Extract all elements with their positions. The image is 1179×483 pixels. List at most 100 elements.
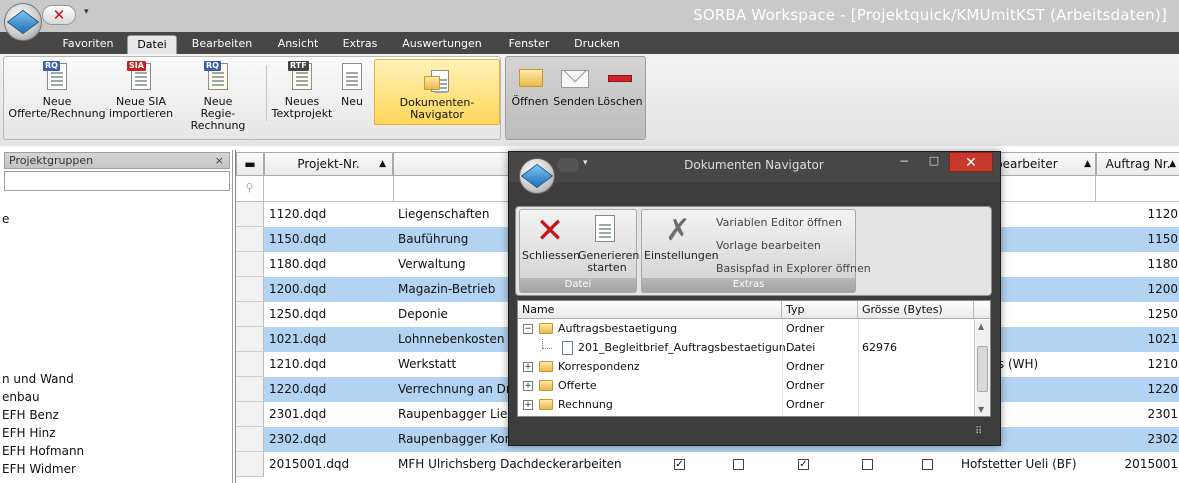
document-navigator-button[interactable]: Dokumenten-Navigator: [374, 59, 500, 125]
expand-icon[interactable]: +: [523, 381, 533, 391]
basispfad-explorer-link[interactable]: Basispfad in Explorer öffnen: [716, 262, 871, 275]
cell-auftrag-nr: 2302: [1147, 432, 1178, 446]
tab-fenster[interactable]: Fenster: [498, 35, 560, 54]
close-panel-icon[interactable]: ×: [215, 153, 224, 168]
document-navigator-dialog: ▾ Dokumenten Navigator − □ ✕ ✕ Schliesse…: [508, 151, 1001, 446]
collapse-all-header[interactable]: ▬: [236, 152, 264, 176]
row-selector[interactable]: [236, 227, 264, 252]
list-item[interactable]: EFH Benz: [2, 408, 59, 422]
row-selector[interactable]: [236, 277, 264, 302]
tree-item-name: 201_Begleitbrief_Auftragsbestaetigun...: [578, 341, 797, 354]
tab-datei[interactable]: Datei: [127, 35, 177, 54]
row-checkbox[interactable]: [733, 459, 744, 470]
row-selector[interactable]: [236, 252, 264, 277]
row-selector[interactable]: [236, 402, 264, 427]
vertical-scrollbar[interactable]: ▲ ▼: [974, 320, 990, 416]
tab-auswertungen[interactable]: Auswertungen: [396, 35, 488, 54]
delete-button[interactable]: Löschen: [597, 59, 643, 127]
ribbon-group-new: RQ Neue Offerte/Rechnung SIA Neue SIA im…: [3, 56, 501, 140]
tab-ansicht[interactable]: Ansicht: [268, 35, 328, 54]
cell-auftrag-nr: 1150: [1147, 232, 1178, 246]
send-button[interactable]: Senden: [552, 59, 596, 127]
close-dialog-icon[interactable]: ✕: [949, 152, 993, 172]
row-selector[interactable]: [236, 302, 264, 327]
row-selector[interactable]: [236, 202, 264, 227]
expand-icon[interactable]: +: [523, 400, 533, 410]
list-item[interactable]: enbau: [2, 390, 40, 404]
app-logo-icon: [6, 9, 40, 35]
list-item[interactable]: EFH Hinz: [2, 426, 56, 440]
filter-icon[interactable]: ⚲: [236, 176, 264, 201]
cell-projekt: Deponie: [398, 307, 448, 321]
new-document-icon: [337, 61, 367, 93]
scroll-up-icon[interactable]: ▲: [978, 322, 984, 331]
folder-icon: [539, 323, 553, 334]
tree-item-type: Datei: [786, 341, 816, 354]
variablen-editor-link[interactable]: Variablen Editor öffnen: [716, 216, 842, 229]
scroll-down-icon[interactable]: ▼: [978, 405, 984, 414]
ribbon: RQ Neue Offerte/Rechnung SIA Neue SIA im…: [0, 54, 1179, 146]
window-title: SORBA Workspace - [Projektquick/KMUmitKS…: [693, 6, 1167, 24]
close-x-icon: ✕: [535, 211, 565, 251]
tree-row[interactable]: 201_Begleitbrief_Auftragsbestaetigun... D…: [518, 339, 976, 358]
dialog-quick-access[interactable]: [557, 158, 579, 172]
vorlage-bearbeiten-link[interactable]: Vorlage bearbeiten: [716, 239, 821, 252]
row-selector[interactable]: [236, 327, 264, 352]
tab-drucken[interactable]: Drucken: [566, 35, 628, 54]
tree-row[interactable]: + Offerte Ordner: [518, 377, 976, 396]
column-header-auftrag-nr[interactable]: Auftrag Nr. ▲: [1096, 152, 1179, 176]
tree-row[interactable]: − Auftragsbestaetigung Ordner: [518, 320, 976, 339]
resize-grip-icon[interactable]: ⠿: [975, 426, 989, 440]
einstellungen-button[interactable]: ✗ Einstellungen: [644, 212, 719, 262]
tree-item-size: 62976: [862, 341, 897, 354]
quick-access-dropdown[interactable]: ▾: [84, 7, 96, 21]
tab-bearbeiten[interactable]: Bearbeiten: [186, 35, 258, 54]
minimize-icon[interactable]: −: [893, 154, 915, 170]
column-header-groesse[interactable]: Grösse (Bytes): [858, 301, 974, 319]
quick-access-close-icon[interactable]: ✕: [42, 5, 76, 25]
list-item[interactable]: e: [2, 212, 9, 226]
list-item[interactable]: n und Wand: [2, 372, 74, 386]
column-header-name[interactable]: Name: [518, 301, 782, 319]
cell-projekt-nr: 1120.dqd: [269, 207, 327, 221]
row-checkbox[interactable]: ✓: [798, 459, 809, 470]
dialog-title-bar: ▾ Dokumenten Navigator − □ ✕: [509, 152, 1000, 182]
column-header-projekt-nr[interactable]: Projekt-Nr. ▲: [264, 152, 393, 176]
row-selector[interactable]: [236, 352, 264, 377]
open-button[interactable]: Öffnen: [509, 59, 551, 127]
table-row[interactable]: 2015001.dqd MFH Ulrichsberg Dachdeckerarb…: [236, 452, 1179, 477]
cell-projekt-nr: 1200.dqd: [269, 282, 327, 296]
list-item[interactable]: EFH Hofmann: [2, 444, 84, 458]
new-offer-button[interactable]: RQ Neue Offerte/Rechnung: [6, 59, 108, 127]
generieren-starten-button[interactable]: Generieren starten: [578, 212, 639, 274]
row-selector[interactable]: [236, 427, 264, 452]
maximize-icon[interactable]: □: [923, 154, 945, 170]
cell-auftrag-nr: 1250: [1147, 307, 1178, 321]
tab-favoriten[interactable]: Favoriten: [52, 35, 124, 54]
row-selector[interactable]: [236, 377, 264, 402]
dialog-application-orb[interactable]: [519, 158, 555, 194]
list-item[interactable]: EFH Widmer: [2, 462, 76, 476]
dialog-quick-access-dropdown[interactable]: ▾: [583, 158, 588, 168]
new-button[interactable]: Neu: [335, 59, 369, 127]
tree-row[interactable]: + Rechnung Ordner: [518, 396, 976, 415]
row-checkbox[interactable]: [862, 459, 873, 470]
new-regie-invoice-button[interactable]: RQ Neue Regie-Rechnung: [174, 59, 262, 132]
row-checkbox[interactable]: ✓: [674, 459, 685, 470]
new-text-project-button[interactable]: RTF Neues Textprojekt: [270, 59, 334, 127]
column-header-typ[interactable]: Typ: [782, 301, 858, 319]
row-checkbox[interactable]: [922, 459, 933, 470]
ribbon-group-extras: ✗ Einstellungen Variablen Editor öffnen …: [641, 209, 871, 293]
scrollbar-thumb[interactable]: [977, 346, 988, 392]
column-header-bearbeiter[interactable]: bearbeiter ▲: [986, 152, 1096, 176]
project-groups-filter-input[interactable]: [4, 171, 230, 191]
tree-row[interactable]: + Korrespondenz Ordner: [518, 358, 976, 377]
schliessen-button[interactable]: ✕ Schliessen: [522, 211, 580, 262]
tab-extras[interactable]: Extras: [334, 35, 386, 54]
expand-icon[interactable]: +: [523, 362, 533, 372]
import-sia-button[interactable]: SIA Neue SIA importieren: [108, 59, 174, 127]
collapse-icon[interactable]: −: [523, 324, 533, 334]
document-navigator-icon: [422, 62, 452, 94]
application-menu-orb[interactable]: [4, 3, 42, 41]
row-selector[interactable]: [236, 452, 264, 477]
